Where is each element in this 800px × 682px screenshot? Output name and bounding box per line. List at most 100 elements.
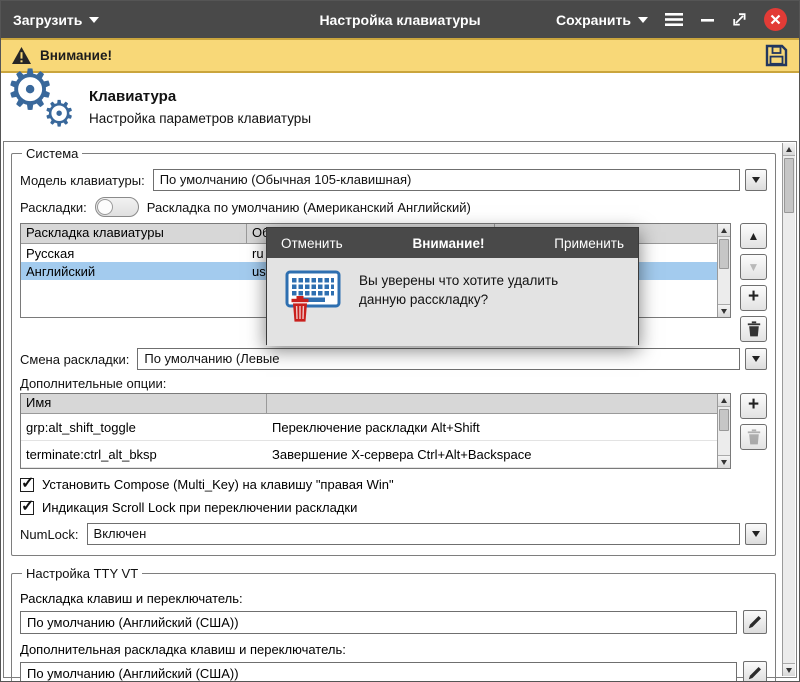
main-panel: Система Модель клавиатуры: По умолчанию … — [3, 141, 797, 678]
save-menu-button[interactable]: Сохранить — [556, 12, 648, 28]
scroll-up-button[interactable] — [718, 224, 730, 237]
column-header[interactable]: Имя — [21, 394, 267, 413]
scroll-down-button[interactable] — [718, 455, 730, 468]
main-scrollbar[interactable] — [782, 143, 795, 676]
gear-icon: ⚙ — [43, 96, 75, 132]
checkmark-icon: ✓ — [21, 473, 34, 493]
scrollbar-track[interactable] — [718, 237, 730, 304]
scrollbar-track[interactable] — [783, 156, 795, 663]
load-menu-button[interactable]: Загрузить — [13, 12, 99, 28]
dropdown-arrow-icon — [752, 356, 760, 362]
warning-bar: Внимание! — [1, 38, 799, 73]
compose-checkbox[interactable]: ✓ — [20, 478, 34, 492]
maximize-button[interactable] — [731, 11, 748, 28]
checkmark-icon: ✓ — [21, 496, 34, 516]
scroll-up-icon — [721, 398, 727, 403]
scroll-up-icon — [786, 147, 792, 152]
layout-switch-select[interactable]: По умолчанию (Левые — [137, 348, 767, 370]
options-table-header: Имя — [21, 394, 717, 414]
default-layout-toggle[interactable] — [95, 197, 139, 217]
scrolllock-checkbox[interactable]: ✓ — [20, 501, 34, 515]
pencil-icon — [748, 615, 762, 629]
toggle-knob-icon — [97, 199, 113, 215]
default-layout-text: Раскладка по умолчанию (Американский Анг… — [147, 200, 471, 215]
layout-switch-label: Смена раскладки: — [20, 352, 129, 367]
keyboard-model-select[interactable]: По умолчанию (Обычная 105-клавишная) — [153, 169, 767, 191]
tty-extra-layout-edit-button[interactable] — [743, 661, 767, 682]
delete-option-button[interactable] — [740, 424, 767, 450]
up-arrow-icon: ▲ — [748, 229, 760, 243]
system-section: Система Модель клавиатуры: По умолчанию … — [11, 146, 776, 556]
dialog-cancel-button[interactable]: Отменить — [281, 236, 343, 251]
column-header[interactable]: Раскладка клавиатуры — [21, 224, 247, 243]
options-table-buttons: + — [740, 393, 767, 450]
layout-switch-value[interactable]: По умолчанию (Левые — [137, 348, 740, 370]
system-section-legend: Система — [22, 146, 82, 161]
keyboard-model-dropdown-button[interactable] — [745, 169, 767, 191]
compose-checkbox-label: Установить Compose (Multi_Key) на клавиш… — [42, 477, 394, 492]
options-label-row: Дополнительные опции: — [20, 376, 767, 391]
down-arrow-icon: ▼ — [748, 260, 760, 274]
layout-switch-dropdown-button[interactable] — [745, 348, 767, 370]
tty-layout-edit-button[interactable] — [743, 610, 767, 634]
numlock-dropdown-button[interactable] — [745, 523, 767, 545]
quick-save-button[interactable] — [764, 43, 789, 68]
scroll-down-button[interactable] — [783, 663, 795, 676]
numlock-select[interactable]: Включен — [87, 523, 767, 545]
numlock-label: NumLock: — [20, 527, 79, 542]
add-layout-button[interactable]: + — [740, 285, 767, 311]
options-table-scrollbar[interactable] — [717, 394, 730, 468]
layout-switch-row: Смена раскладки: По умолчанию (Левые — [20, 348, 767, 370]
scroll-up-icon — [721, 228, 727, 233]
page-title: Клавиатура — [89, 88, 311, 105]
app-header: ⚙ ⚙ Клавиатура Настройка параметров клав… — [1, 73, 799, 141]
tty-layout-field[interactable]: По умолчанию (Английский (США)) — [20, 611, 737, 634]
pencil-icon — [748, 666, 762, 680]
layouts-row: Раскладки: Раскладка по умолчанию (Амери… — [20, 197, 767, 217]
dropdown-arrow-icon — [752, 177, 760, 183]
keyboard-model-value[interactable]: По умолчанию (Обычная 105-клавишная) — [153, 169, 740, 191]
layout-table-scrollbar[interactable] — [717, 224, 730, 317]
keyboard-settings-icon: ⚙ ⚙ — [1, 74, 89, 140]
column-header[interactable] — [267, 394, 717, 413]
keyboard-settings-window: Настройка клавиатуры Загрузить Сохранить — [0, 0, 800, 682]
dialog-apply-button[interactable]: Применить — [554, 236, 624, 251]
close-button[interactable] — [764, 8, 787, 31]
keyboard-delete-icon — [281, 270, 343, 326]
scroll-down-icon — [786, 668, 792, 673]
scroll-up-button[interactable] — [718, 394, 730, 407]
trash-icon — [747, 321, 761, 337]
layout-cell: Русская — [21, 246, 247, 261]
move-layout-down-button[interactable]: ▼ — [740, 254, 767, 280]
scroll-down-button[interactable] — [718, 304, 730, 317]
delete-confirmation-dialog: Отменить Внимание! Применить — [266, 227, 639, 345]
delete-layout-button[interactable] — [740, 316, 767, 342]
move-layout-up-button[interactable]: ▲ — [740, 223, 767, 249]
tty-extra-layout-row: По умолчанию (Английский (США)) — [20, 661, 767, 682]
tty-extra-layout-field[interactable]: По умолчанию (Английский (США)) — [20, 662, 737, 682]
chevron-down-icon — [89, 17, 99, 23]
numlock-value[interactable]: Включен — [87, 523, 740, 545]
scroll-down-icon — [721, 309, 727, 314]
minimize-button[interactable] — [700, 13, 715, 27]
table-row[interactable]: grp:alt_shift_toggle Переключение раскла… — [21, 414, 717, 441]
load-menu-label: Загрузить — [13, 12, 82, 28]
options-table: Имя grp:alt_shift_toggle Переключение ра… — [20, 393, 731, 469]
scrollbar-thumb[interactable] — [719, 409, 729, 431]
scroll-up-button[interactable] — [783, 143, 795, 156]
titlebar: Настройка клавиатуры Загрузить Сохранить — [1, 1, 799, 38]
scrollbar-thumb[interactable] — [784, 158, 794, 213]
dropdown-arrow-icon — [752, 531, 760, 537]
tty-section: Настройка TTY VT Раскладка клавиш и пере… — [11, 566, 776, 682]
menu-button[interactable] — [664, 12, 684, 27]
scrolllock-checkbox-row: ✓ Индикация Scroll Lock при переключении… — [20, 500, 767, 515]
add-option-button[interactable]: + — [740, 393, 767, 419]
scrollbar-thumb[interactable] — [719, 239, 729, 269]
scrolllock-checkbox-label: Индикация Scroll Lock при переключении р… — [42, 500, 357, 515]
table-row[interactable]: terminate:ctrl_alt_bksp Завершение X-сер… — [21, 441, 717, 468]
scroll-down-icon — [721, 460, 727, 465]
floppy-save-icon — [764, 43, 789, 68]
scrollbar-track[interactable] — [718, 407, 730, 455]
compose-checkbox-row: ✓ Установить Compose (Multi_Key) на клав… — [20, 477, 767, 492]
numlock-row: NumLock: Включен — [20, 523, 767, 545]
